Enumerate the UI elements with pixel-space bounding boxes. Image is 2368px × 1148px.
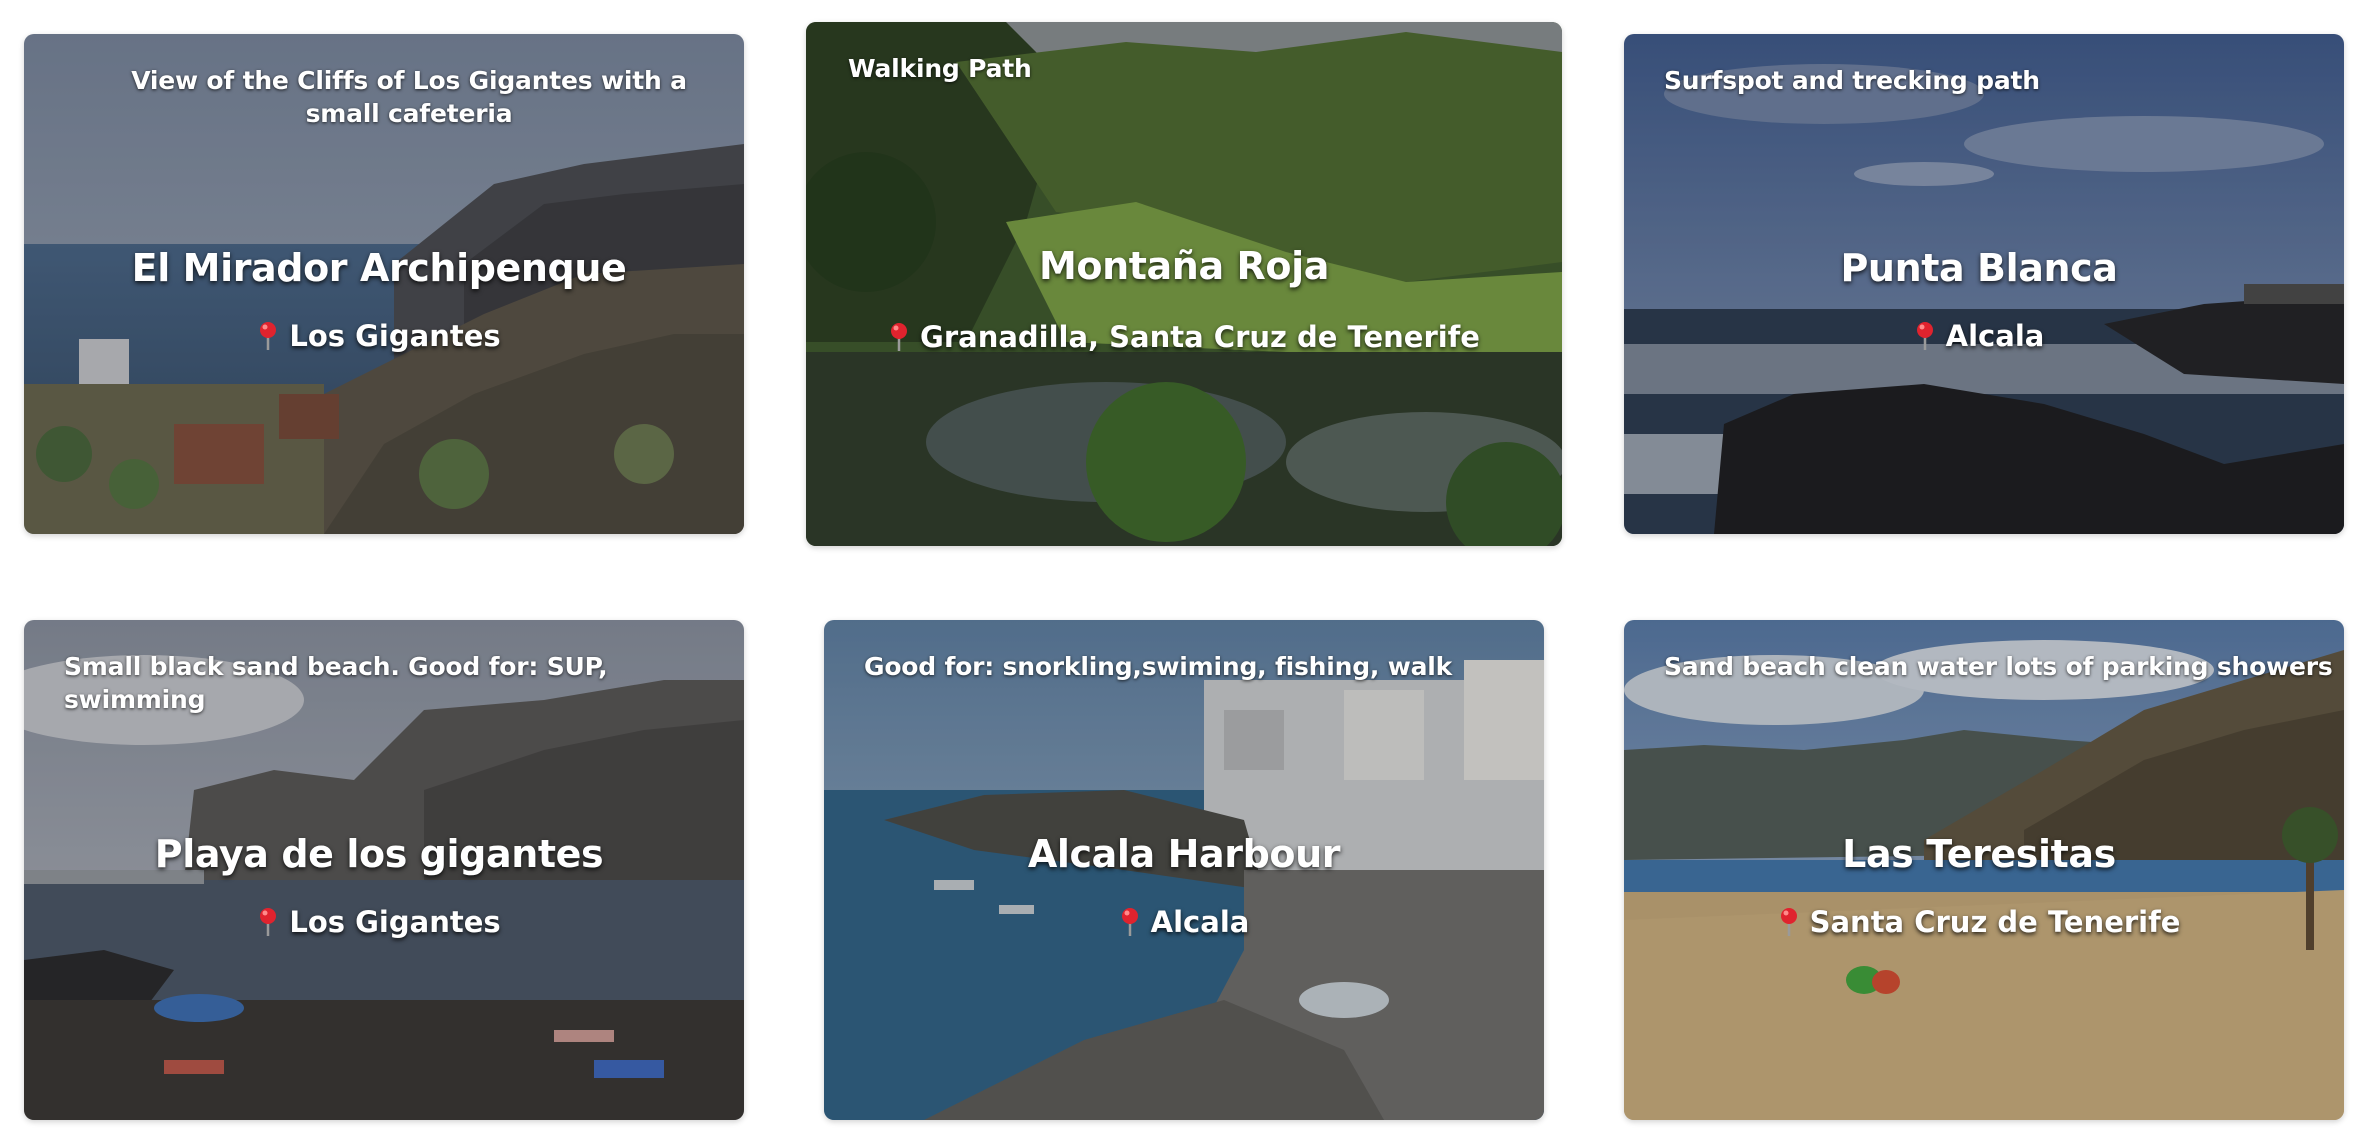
pin-icon bbox=[257, 321, 279, 351]
location-label: Granadilla, Santa Cruz de Tenerife bbox=[920, 320, 1480, 354]
location-label: Alcala bbox=[1945, 319, 2045, 353]
card-title: Montaña Roja bbox=[1039, 244, 1329, 288]
place-card-alcala-harbour[interactable]: Good for: snorkling,swiming, fishing, wa… bbox=[824, 620, 1544, 1120]
pin-icon bbox=[1119, 907, 1141, 937]
place-card-punta-blanca[interactable]: Surfspot and trecking path Punta Blanca … bbox=[1624, 34, 2344, 534]
card-location: Alcala bbox=[824, 905, 1544, 939]
location-label: Los Gigantes bbox=[289, 905, 501, 939]
location-label: Alcala bbox=[1150, 905, 1250, 939]
card-description: Sand beach clean water lots of parking s… bbox=[1664, 652, 2333, 681]
card-description: Small black sand beach. Good for: SUP, s… bbox=[64, 652, 608, 714]
pin-icon bbox=[1778, 907, 1800, 937]
card-title: Alcala Harbour bbox=[1027, 832, 1341, 876]
card-title: Playa de los gigantes bbox=[154, 832, 604, 876]
card-title: Punta Blanca bbox=[1840, 246, 2118, 290]
card-title: Las Teresitas bbox=[1842, 832, 2116, 876]
pin-icon bbox=[888, 322, 910, 352]
place-card-montana-roja[interactable]: Walking Path Montaña Roja Granadilla, Sa… bbox=[806, 22, 1562, 546]
card-location: Granadilla, Santa Cruz de Tenerife bbox=[806, 320, 1562, 354]
card-description: Good for: snorkling,swiming, fishing, wa… bbox=[864, 652, 1453, 681]
card-location: Alcala bbox=[1624, 319, 2334, 353]
card-location: Los Gigantes bbox=[24, 319, 734, 353]
location-label: Los Gigantes bbox=[289, 319, 501, 353]
place-card-mirador[interactable]: View of the Cliffs of Los Gigantes with … bbox=[24, 34, 744, 534]
card-description: View of the Cliffs of Los Gigantes with … bbox=[131, 66, 687, 128]
card-location: Santa Cruz de Tenerife bbox=[1624, 905, 2334, 939]
card-title: El Mirador Archipenque bbox=[131, 246, 627, 290]
card-location: Los Gigantes bbox=[24, 905, 734, 939]
pin-icon bbox=[1914, 321, 1936, 351]
location-label: Santa Cruz de Tenerife bbox=[1809, 905, 2181, 939]
place-card-las-teresitas[interactable]: Sand beach clean water lots of parking s… bbox=[1624, 620, 2344, 1120]
card-description: Surfspot and trecking path bbox=[1664, 66, 2040, 95]
pin-icon bbox=[257, 907, 279, 937]
card-description: Walking Path bbox=[848, 54, 1032, 83]
place-card-playa-gigantes[interactable]: Small black sand beach. Good for: SUP, s… bbox=[24, 620, 744, 1120]
